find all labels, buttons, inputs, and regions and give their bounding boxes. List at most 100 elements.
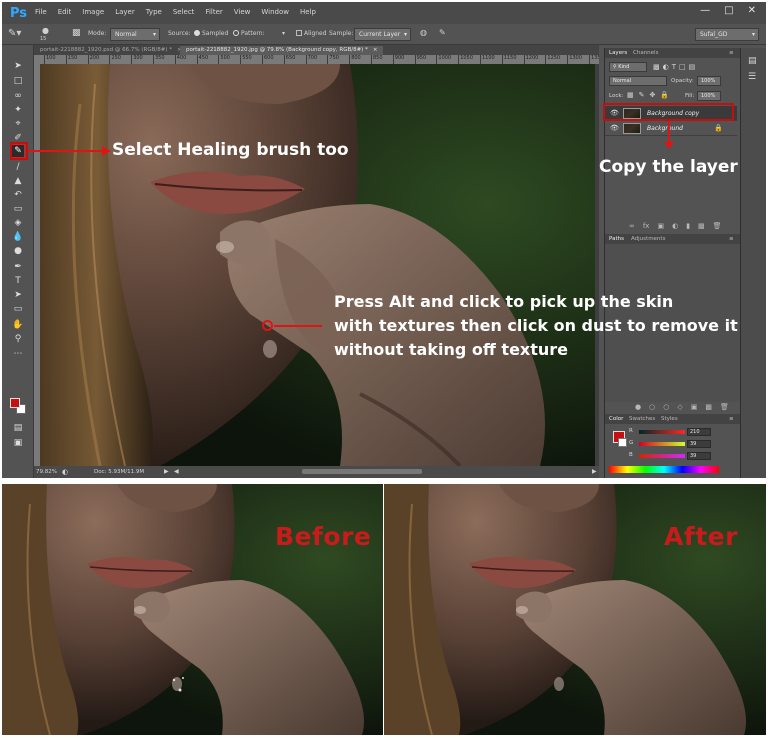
healing-brush-tool-icon[interactable]: ✎▾ bbox=[8, 28, 21, 39]
adjustment-icon[interactable]: ◐ bbox=[672, 222, 678, 230]
trash-icon[interactable]: 🗑 bbox=[720, 403, 729, 411]
zoom-tool-icon[interactable]: ⚲ bbox=[11, 332, 25, 346]
tab-psd-document[interactable]: portait-2218882_1920.psd @ 66.7% (RGB/8#… bbox=[34, 46, 188, 55]
tab-color[interactable]: Color bbox=[609, 416, 623, 422]
tab-jpg-document[interactable]: portait-2218882_1920.jpg @ 79.8% (Backgr… bbox=[180, 46, 384, 55]
tab-swatches[interactable]: Swatches bbox=[629, 416, 655, 422]
lock-icons[interactable]: ▦✎✥🔒 bbox=[627, 91, 674, 99]
menu-image[interactable]: Image bbox=[82, 8, 104, 16]
blur-tool-icon[interactable]: 💧 bbox=[11, 230, 25, 244]
panel-menu-icon[interactable]: ≡ bbox=[729, 236, 734, 242]
layer-row-background[interactable]: 👁 Background 🔒 bbox=[605, 121, 737, 136]
aligned-checkbox[interactable]: Aligned bbox=[296, 30, 327, 37]
horizontal-scrollbar[interactable] bbox=[302, 469, 422, 474]
menu-edit[interactable]: Edit bbox=[58, 8, 72, 16]
dodge-tool-icon[interactable]: ● bbox=[11, 244, 25, 258]
opacity-input[interactable]: 100% bbox=[697, 76, 721, 86]
properties-panel-icon[interactable]: ☰ bbox=[748, 72, 756, 82]
fx-icon[interactable]: fx bbox=[643, 222, 650, 230]
pen-tool-icon[interactable]: ✒ bbox=[11, 260, 25, 274]
brush-size-value[interactable]: 15 bbox=[40, 36, 46, 42]
link-icon[interactable]: ∞ bbox=[629, 222, 635, 230]
eraser-tool-icon[interactable]: ▭ bbox=[11, 202, 25, 216]
menu-type[interactable]: Type bbox=[146, 8, 162, 16]
pressure-size-icon[interactable]: ✎ bbox=[439, 28, 446, 37]
new-path-icon[interactable]: ▩ bbox=[705, 403, 712, 411]
panel-menu-icon[interactable]: ≡ bbox=[729, 416, 734, 422]
menu-file[interactable]: File bbox=[35, 8, 47, 16]
status-menu-icon[interactable]: ▶ bbox=[164, 468, 169, 475]
menu-view[interactable]: View bbox=[234, 8, 251, 16]
foreground-color-swatch[interactable] bbox=[10, 398, 20, 408]
maximize-button[interactable]: □ bbox=[724, 5, 733, 16]
workspace-select[interactable]: Sufal_GD bbox=[695, 28, 759, 41]
source-sampled-radio[interactable]: Sampled bbox=[194, 30, 228, 37]
history-panel-icon[interactable]: ▤ bbox=[748, 56, 757, 66]
sample-select[interactable]: Current Layer bbox=[354, 28, 411, 41]
red-slider[interactable] bbox=[639, 430, 685, 434]
source-pattern-radio[interactable]: Pattern: bbox=[233, 30, 265, 37]
fill-path-icon[interactable]: ● bbox=[635, 403, 641, 411]
mode-select[interactable]: Normal bbox=[110, 28, 160, 41]
make-path-icon[interactable]: ◇ bbox=[677, 403, 682, 411]
blend-mode-select[interactable]: Normal bbox=[609, 76, 667, 86]
hand-tool-icon[interactable]: ✋ bbox=[11, 318, 25, 332]
document-canvas[interactable] bbox=[40, 64, 599, 466]
menu-filter[interactable]: Filter bbox=[205, 8, 222, 16]
close-button[interactable]: ✕ bbox=[748, 5, 756, 16]
info-icon[interactable]: ◐ bbox=[62, 468, 68, 476]
more-tools-icon[interactable]: ⋯ bbox=[11, 347, 25, 361]
path-select-tool-icon[interactable]: ➤ bbox=[11, 288, 25, 302]
vertical-scrollbar[interactable] bbox=[595, 64, 599, 466]
stroke-path-icon[interactable]: ○ bbox=[649, 403, 655, 411]
quick-mask-icon[interactable]: ▤ bbox=[11, 421, 25, 435]
crop-tool-icon[interactable]: ⌖ bbox=[11, 117, 25, 131]
lasso-tool-icon[interactable]: ∞ bbox=[11, 89, 25, 103]
color-panel-bg-swatch[interactable] bbox=[618, 438, 627, 447]
quick-select-tool-icon[interactable]: ✦ bbox=[11, 103, 25, 117]
menu-window[interactable]: Window bbox=[261, 8, 289, 16]
screen-mode-icon[interactable]: ▣ bbox=[11, 436, 25, 450]
new-layer-icon[interactable]: ▩ bbox=[698, 222, 705, 230]
marquee-tool-icon[interactable]: □ bbox=[11, 74, 25, 88]
history-brush-tool-icon[interactable]: ↶ bbox=[11, 188, 25, 202]
tab-layers[interactable]: Layers bbox=[609, 50, 627, 56]
brush-settings-icon[interactable]: ▩ bbox=[72, 28, 81, 38]
trash-icon[interactable]: 🗑 bbox=[713, 222, 722, 230]
minimize-button[interactable]: — bbox=[700, 5, 710, 16]
mask-icon[interactable]: ▣ bbox=[691, 403, 698, 411]
visibility-eye-icon[interactable]: 👁 bbox=[610, 124, 619, 132]
paint-bucket-tool-icon[interactable]: ◈ bbox=[11, 216, 25, 230]
ignore-adjustment-icon[interactable]: ◍ bbox=[420, 28, 427, 37]
color-spectrum[interactable] bbox=[609, 466, 719, 473]
zoom-level[interactable]: 79.82% bbox=[36, 469, 57, 475]
scroll-right-icon[interactable]: ▶ bbox=[592, 468, 597, 475]
filter-kind-select[interactable]: ⚲ Kind bbox=[609, 62, 647, 72]
tab-paths[interactable]: Paths bbox=[609, 236, 624, 242]
clone-stamp-tool-icon[interactable]: ▲ bbox=[11, 174, 25, 188]
type-tool-icon[interactable]: T bbox=[11, 274, 25, 288]
scroll-left-icon[interactable]: ◀ bbox=[174, 468, 179, 475]
tab-adjustments[interactable]: Adjustments bbox=[631, 236, 665, 242]
layer-filter-icons[interactable]: ▩◐T□▤ bbox=[653, 63, 698, 71]
menu-layer[interactable]: Layer bbox=[115, 8, 135, 16]
tab-close-icon[interactable]: × bbox=[373, 47, 378, 53]
panel-menu-icon[interactable]: ≡ bbox=[729, 50, 734, 56]
brush-preset-icon[interactable]: ● bbox=[42, 26, 49, 35]
red-value[interactable]: 210 bbox=[687, 428, 711, 436]
mask-icon[interactable]: ▣ bbox=[657, 222, 664, 230]
tab-styles[interactable]: Styles bbox=[661, 416, 678, 422]
brush-tool-icon[interactable]: ∕ bbox=[11, 160, 25, 174]
blue-value[interactable]: 39 bbox=[687, 452, 711, 460]
menu-select[interactable]: Select bbox=[173, 8, 195, 16]
move-tool-icon[interactable]: ➤ bbox=[11, 59, 25, 73]
green-value[interactable]: 39 bbox=[687, 440, 711, 448]
shape-tool-icon[interactable]: ▭ bbox=[11, 302, 25, 316]
pattern-picker-icon[interactable]: ▾ bbox=[282, 30, 285, 37]
fill-input[interactable]: 100% bbox=[697, 91, 721, 101]
green-slider[interactable] bbox=[639, 442, 685, 446]
group-icon[interactable]: ▮ bbox=[686, 222, 690, 230]
blue-slider[interactable] bbox=[639, 454, 685, 458]
load-selection-icon[interactable]: ○ bbox=[663, 403, 669, 411]
menu-help[interactable]: Help bbox=[300, 8, 316, 16]
